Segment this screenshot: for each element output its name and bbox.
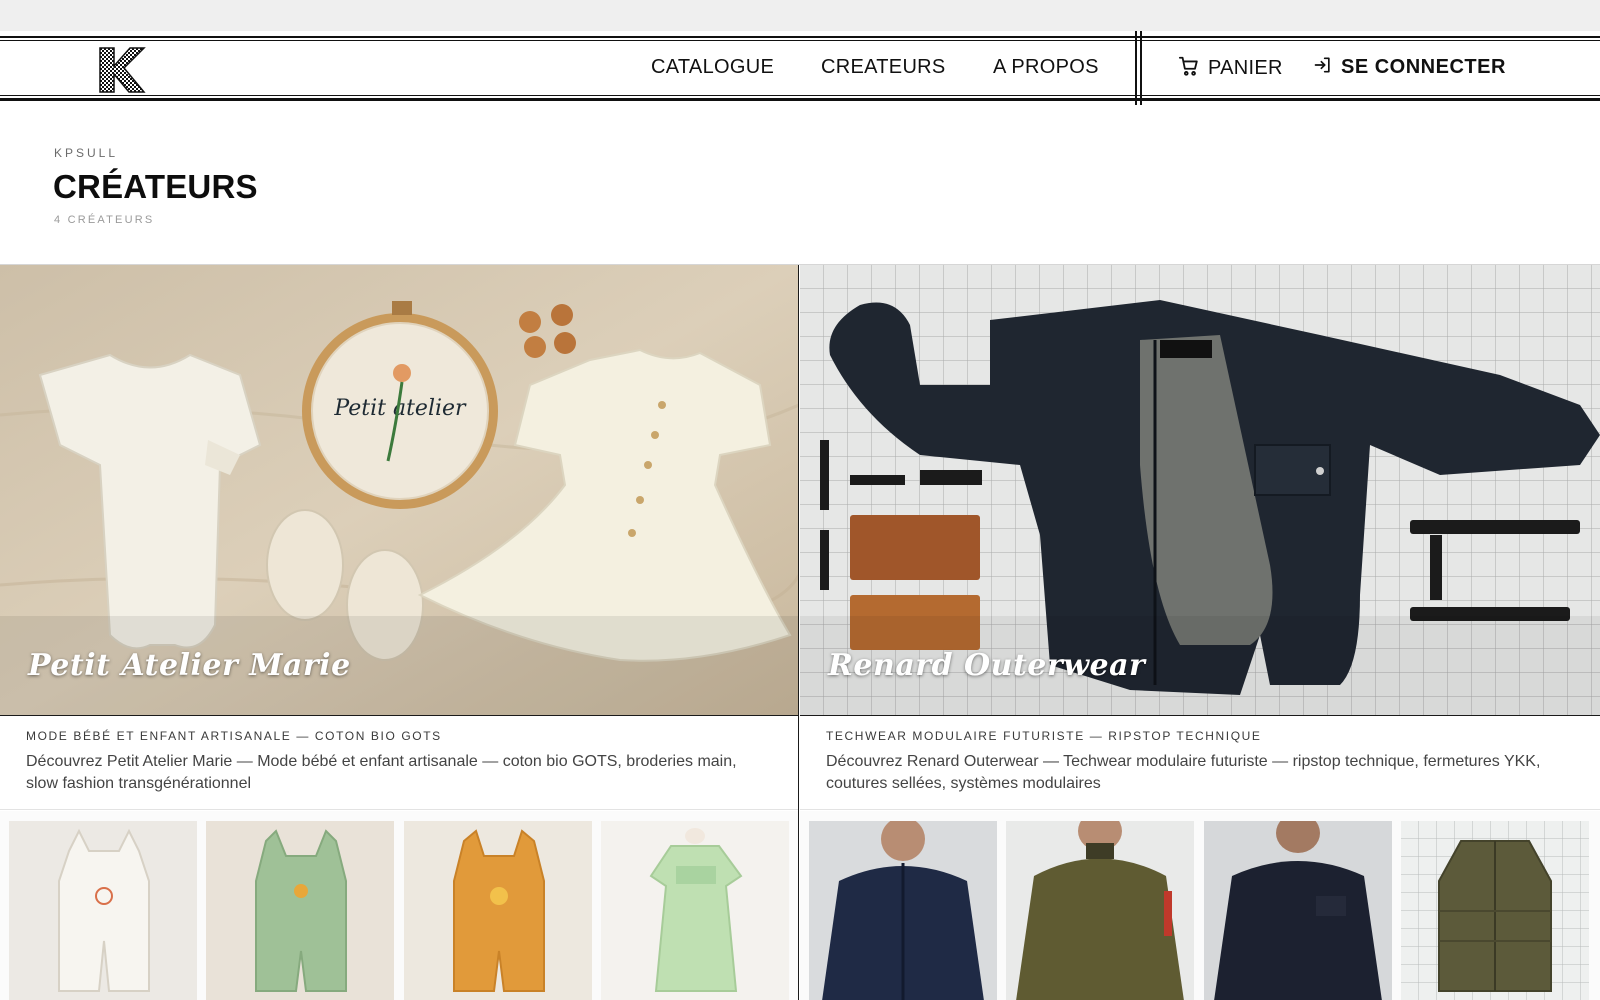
creator-hero-image: Renard Outerwear bbox=[800, 265, 1600, 716]
creator-tagline: TECHWEAR MODULAIRE FUTURISTE — RIPSTOP T… bbox=[826, 729, 1262, 743]
product-thumbnail[interactable] bbox=[809, 821, 997, 1000]
creator-count: 4 CRÉATEURS bbox=[54, 214, 155, 226]
site-header: CATALOGUE CREATEURS A PROPOS PANIER SE C… bbox=[0, 31, 1600, 105]
product-thumbnail[interactable] bbox=[1401, 821, 1589, 1000]
product-thumbnail[interactable] bbox=[206, 821, 394, 1000]
logo-k-icon[interactable] bbox=[98, 46, 146, 94]
nav-a-propos[interactable]: A PROPOS bbox=[993, 56, 1099, 79]
header-rule bbox=[0, 40, 1600, 41]
creator-name: Petit Atelier Marie bbox=[28, 648, 351, 683]
product-thumbnails bbox=[800, 811, 1600, 1000]
product-thumbnail[interactable] bbox=[1204, 821, 1392, 1000]
product-thumbnail[interactable] bbox=[601, 821, 789, 1000]
nav-catalogue[interactable]: CATALOGUE bbox=[651, 56, 774, 79]
header-divider bbox=[1140, 31, 1142, 105]
cart-label: PANIER bbox=[1208, 57, 1283, 79]
header-rule bbox=[0, 36, 1600, 38]
brand-eyebrow: KPSULL bbox=[54, 146, 119, 160]
product-thumbnail[interactable] bbox=[1006, 821, 1194, 1000]
creator-grid: Petit atelier Petit Atelier Marie MODE B… bbox=[0, 264, 1600, 1000]
login-icon bbox=[1313, 55, 1333, 80]
creator-tagline: MODE BÉBÉ ET ENFANT ARTISANALE — COTON B… bbox=[26, 729, 442, 743]
product-thumbnail[interactable] bbox=[9, 821, 197, 1000]
login-label: SE CONNECTER bbox=[1341, 56, 1506, 78]
product-thumbnails bbox=[0, 811, 798, 1000]
cart-button[interactable]: PANIER bbox=[1178, 55, 1283, 82]
login-button[interactable]: SE CONNECTER bbox=[1313, 55, 1506, 80]
header-divider bbox=[1135, 31, 1137, 105]
creator-card-petit-atelier-marie[interactable]: Petit atelier Petit Atelier Marie MODE B… bbox=[0, 265, 799, 1000]
creator-card-renard-outerwear[interactable]: Renard Outerwear TECHWEAR MODULAIRE FUTU… bbox=[800, 265, 1600, 1000]
page-title: CRÉATEURS bbox=[53, 168, 258, 205]
creator-info: TECHWEAR MODULAIRE FUTURISTE — RIPSTOP T… bbox=[800, 717, 1600, 810]
header-rule bbox=[0, 98, 1600, 101]
creator-info: MODE BÉBÉ ET ENFANT ARTISANALE — COTON B… bbox=[0, 717, 798, 810]
product-thumbnail[interactable] bbox=[404, 821, 592, 1000]
creator-description: Découvrez Renard Outerwear — Techwear mo… bbox=[826, 753, 1541, 792]
creator-name: Renard Outerwear bbox=[828, 648, 1146, 683]
browser-top-strip bbox=[0, 0, 1600, 31]
creator-description: Découvrez Petit Atelier Marie — Mode béb… bbox=[26, 753, 737, 792]
creator-hero-image: Petit atelier Petit Atelier Marie bbox=[0, 265, 798, 716]
header-rule bbox=[0, 95, 1600, 96]
cart-icon bbox=[1178, 55, 1200, 82]
nav-createurs[interactable]: CREATEURS bbox=[821, 56, 946, 79]
